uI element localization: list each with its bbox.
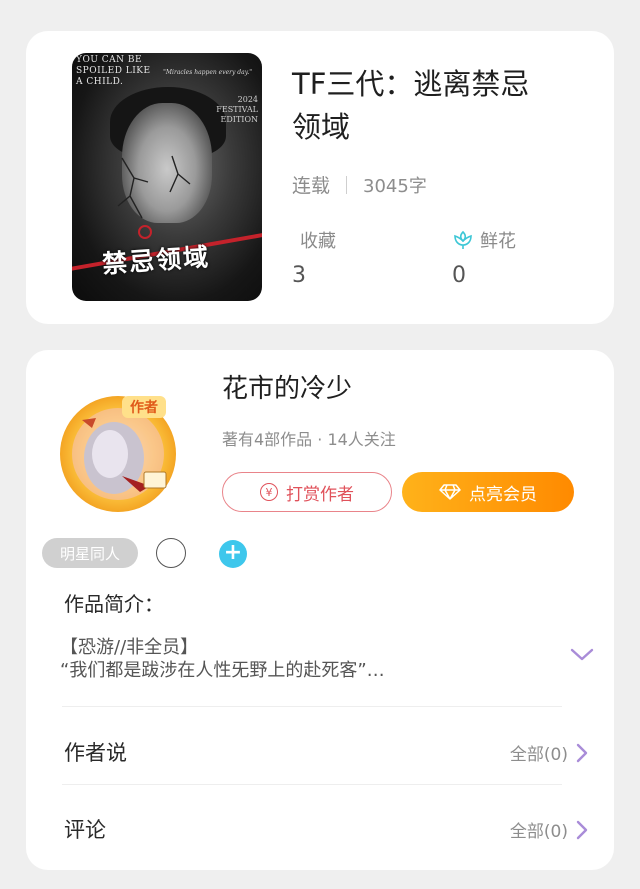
chevron-right-icon bbox=[576, 743, 588, 762]
cover-tagline: YOU CAN BE SPOILED LIKE A CHILD. bbox=[76, 55, 151, 87]
flowers-label-text: 鲜花 bbox=[480, 231, 516, 252]
chevron-right-icon bbox=[576, 820, 588, 839]
comments-count: 全部(0) bbox=[509, 822, 568, 842]
cover-quote: "Miracles happen every day." bbox=[163, 69, 252, 76]
book-info-card: YOU CAN BE SPOILED LIKE A CHILD. "Miracl… bbox=[26, 31, 614, 324]
vip-label: 点亮会员 bbox=[469, 484, 537, 505]
favorites-count: 3 bbox=[292, 263, 306, 288]
diamond-icon bbox=[439, 484, 461, 500]
divider bbox=[62, 706, 562, 707]
tag-circle-icon[interactable] bbox=[156, 538, 186, 568]
favorites-label: 收藏 bbox=[300, 231, 336, 252]
author-say-count: 全部(0) bbox=[509, 745, 568, 765]
expand-chevron-down-icon[interactable] bbox=[570, 648, 594, 662]
author-avatar[interactable]: 作者 bbox=[52, 388, 184, 516]
intro-line: “我们都是跋涉在人性旡野上的赴死客”… bbox=[60, 660, 385, 681]
author-say-title[interactable]: 作者说 bbox=[64, 737, 127, 767]
flower-icon bbox=[454, 230, 472, 249]
reward-author-button[interactable]: ¥ 打赏作者 bbox=[222, 472, 392, 512]
vip-button[interactable]: 点亮会员 bbox=[402, 472, 574, 512]
add-tag-button[interactable]: + bbox=[219, 540, 247, 568]
author-say-all-link[interactable]: 全部(0) bbox=[510, 740, 588, 765]
genre-tag[interactable]: 明星同人 bbox=[42, 538, 138, 568]
book-status: 连载 bbox=[292, 175, 331, 197]
comments-title[interactable]: 评论 bbox=[64, 814, 106, 844]
intro-title: 作品简介： bbox=[64, 592, 164, 616]
cover-crack-art bbox=[117, 155, 191, 219]
author-name[interactable]: 花市的冷少 bbox=[222, 368, 352, 405]
reward-label: 打赏作者 bbox=[286, 484, 354, 505]
book-cover[interactable]: YOU CAN BE SPOILED LIKE A CHILD. "Miracl… bbox=[72, 53, 262, 301]
word-count: 3045字 bbox=[363, 175, 427, 197]
author-stats: 著有4部作品 · 14人关注 bbox=[222, 430, 396, 449]
book-title: TF三代：逃离禁忌 领域 bbox=[292, 67, 530, 144]
comments-all-link[interactable]: 全部(0) bbox=[510, 817, 588, 842]
author-card: 作者 花市的冷少 著有4部作品 · 14人关注 ¥ 打赏作者 点亮会员 明星同人… bbox=[26, 350, 614, 870]
flowers-count: 0 bbox=[452, 263, 466, 288]
cover-side-text: 2024 FESTIVAL EDITION bbox=[216, 95, 258, 124]
meta-divider bbox=[346, 175, 348, 194]
cover-title: 禁忌领域 bbox=[101, 242, 212, 279]
yen-icon: ¥ bbox=[260, 483, 278, 501]
cover-mark-icon bbox=[138, 225, 152, 239]
divider bbox=[62, 784, 562, 785]
flowers-label[interactable]: 鲜花 bbox=[452, 227, 516, 253]
author-badge: 作者 bbox=[130, 399, 158, 416]
book-meta: 连载 3045字 bbox=[292, 171, 427, 198]
